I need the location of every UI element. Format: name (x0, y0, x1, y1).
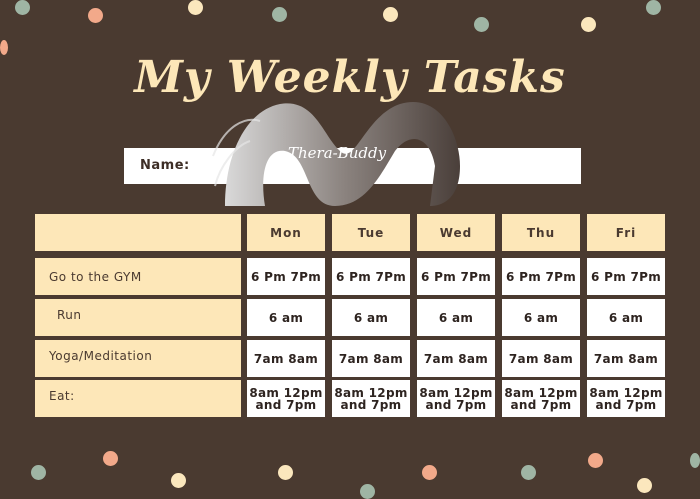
polka-dot (171, 473, 186, 488)
polka-dot (581, 17, 596, 32)
polka-dot (422, 465, 437, 480)
task-label-run: Run (35, 299, 241, 336)
polka-dot (31, 465, 46, 480)
task-cell: 6 Pm 7Pm (502, 258, 580, 295)
polka-dot (272, 7, 287, 22)
polka-dot (474, 17, 489, 32)
day-header-fri: Fri (587, 214, 665, 251)
task-cell: 7am 8am (417, 340, 495, 377)
day-header-thu: Thu (502, 214, 580, 251)
polka-dot (188, 0, 203, 15)
polka-dot (521, 465, 536, 480)
header-corner-cell (35, 214, 241, 251)
task-cell: 6 am (587, 299, 665, 336)
polka-dot (360, 484, 375, 499)
task-cell: 6 Pm 7Pm (247, 258, 325, 295)
day-header-wed: Wed (417, 214, 495, 251)
task-cell: 6 Pm 7Pm (417, 258, 495, 295)
task-cell: 6 am (247, 299, 325, 336)
task-cell: 8am 12pm and 7pm (502, 380, 580, 417)
day-header-mon: Mon (247, 214, 325, 251)
task-cell: 8am 12pm and 7pm (247, 380, 325, 417)
polka-dot (103, 451, 118, 466)
task-cell: 7am 8am (502, 340, 580, 377)
task-cell: 6 Pm 7Pm (332, 258, 410, 295)
task-label-gym: Go to the GYM (35, 258, 241, 295)
task-cell: 6 am (417, 299, 495, 336)
task-cell: 6 Pm 7Pm (587, 258, 665, 295)
polka-dot (15, 0, 30, 15)
polka-dot (88, 8, 103, 23)
task-cell: 8am 12pm and 7pm (587, 380, 665, 417)
task-label-eat: Eat: (35, 380, 241, 417)
task-cell: 8am 12pm and 7pm (417, 380, 495, 417)
task-cell: 7am 8am (332, 340, 410, 377)
logo-text: Thera-Buddy (288, 144, 387, 162)
polka-dot (383, 7, 398, 22)
task-cell: 7am 8am (247, 340, 325, 377)
day-header-tue: Tue (332, 214, 410, 251)
polka-dot (278, 465, 293, 480)
task-label-yoga: Yoga/Meditation (35, 340, 241, 377)
task-cell: 7am 8am (587, 340, 665, 377)
polka-dot (646, 0, 661, 15)
task-cell: 6 am (502, 299, 580, 336)
polka-dot (588, 453, 603, 468)
task-cell: 6 am (332, 299, 410, 336)
polka-dot (690, 453, 700, 468)
polka-dot (637, 478, 652, 493)
task-cell: 8am 12pm and 7pm (332, 380, 410, 417)
name-label: Name: (140, 158, 190, 173)
